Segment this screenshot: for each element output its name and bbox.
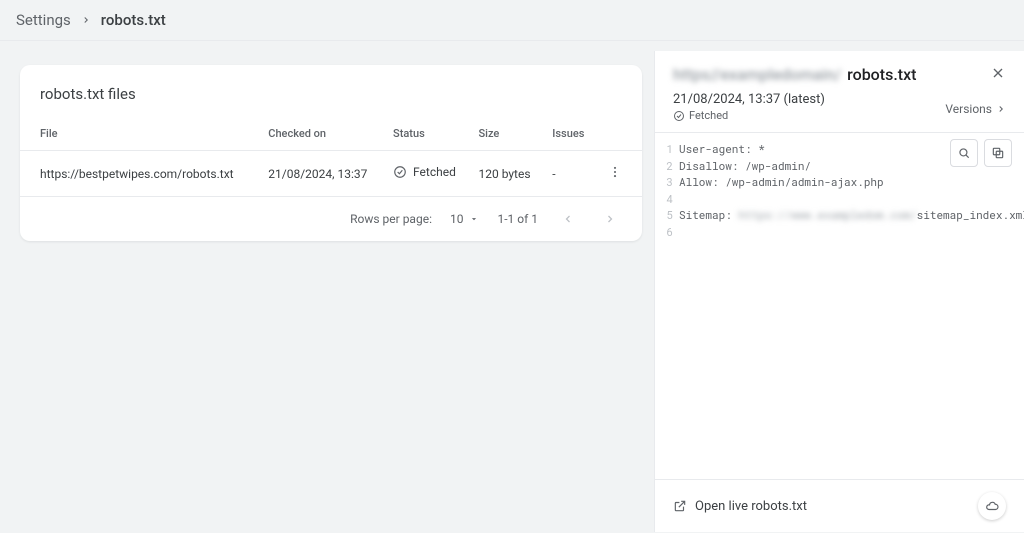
col-size: Size xyxy=(471,117,545,151)
more-vert-icon[interactable] xyxy=(608,165,622,179)
code-viewer: 1User-agent: * 2Disallow: /wp-admin/ 3Al… xyxy=(655,132,1024,479)
copy-icon xyxy=(991,146,1005,160)
versions-button[interactable]: Versions xyxy=(945,102,1006,116)
code-line: Sitemap: https://www.exampledom.com/site… xyxy=(679,207,1024,224)
files-table: File Checked on Status Size Issues https… xyxy=(20,117,642,197)
check-circle-icon xyxy=(673,110,685,122)
cell-file: https://bestpetwipes.com/robots.txt xyxy=(20,151,260,197)
feedback-button[interactable] xyxy=(978,492,1006,520)
files-card: robots.txt files File Checked on Status … xyxy=(20,65,642,241)
detail-title: https//exampledomain/ robots.txt xyxy=(673,65,916,84)
code-line: User-agent: * xyxy=(679,141,765,158)
col-checked: Checked on xyxy=(260,117,385,151)
detail-title-domain: https//exampledomain/ xyxy=(673,65,841,84)
close-button[interactable] xyxy=(990,65,1006,81)
detail-panel: https//exampledomain/ robots.txt 21/08/2… xyxy=(654,51,1024,532)
code-line: Disallow: /wp-admin/ xyxy=(679,158,811,175)
code-line: Allow: /wp-admin/admin-ajax.php xyxy=(679,174,884,191)
prev-page-button[interactable] xyxy=(556,207,580,231)
pagination: Rows per page: 10 1-1 of 1 xyxy=(20,197,642,241)
cell-size: 120 bytes xyxy=(471,151,545,197)
col-file: File xyxy=(20,117,260,151)
breadcrumb: Settings robots.txt xyxy=(0,0,1024,41)
pagination-range: 1-1 of 1 xyxy=(497,212,538,226)
cell-issues: - xyxy=(544,151,596,197)
cell-status: Fetched xyxy=(385,151,470,197)
col-issues: Issues xyxy=(544,117,596,151)
chevron-right-icon xyxy=(81,15,91,25)
cell-checked: 21/08/2024, 13:37 xyxy=(260,151,385,197)
card-title: robots.txt files xyxy=(20,65,642,117)
close-icon xyxy=(990,65,1006,81)
chevron-left-icon xyxy=(562,213,574,225)
check-circle-icon xyxy=(393,165,407,179)
next-page-button[interactable] xyxy=(598,207,622,231)
detail-fetched: Fetched xyxy=(673,109,825,122)
col-status: Status xyxy=(385,117,470,151)
arrow-drop-down-icon xyxy=(469,214,479,224)
breadcrumb-current: robots.txt xyxy=(101,11,166,29)
copy-button[interactable] xyxy=(984,139,1012,167)
search-button[interactable] xyxy=(950,139,978,167)
table-row[interactable]: https://bestpetwipes.com/robots.txt 21/0… xyxy=(20,151,642,197)
chevron-right-icon xyxy=(996,104,1006,114)
rows-per-page-label: Rows per page: xyxy=(350,212,432,226)
cloud-icon xyxy=(985,499,999,513)
open-in-new-icon xyxy=(673,499,687,513)
open-live-button[interactable]: Open live robots.txt xyxy=(673,499,807,514)
breadcrumb-parent[interactable]: Settings xyxy=(16,11,71,29)
search-icon xyxy=(957,146,971,160)
detail-timestamp: 21/08/2024, 13:37 (latest) xyxy=(673,92,825,107)
chevron-right-icon xyxy=(604,213,616,225)
rows-per-page-select[interactable]: 10 xyxy=(450,212,480,226)
